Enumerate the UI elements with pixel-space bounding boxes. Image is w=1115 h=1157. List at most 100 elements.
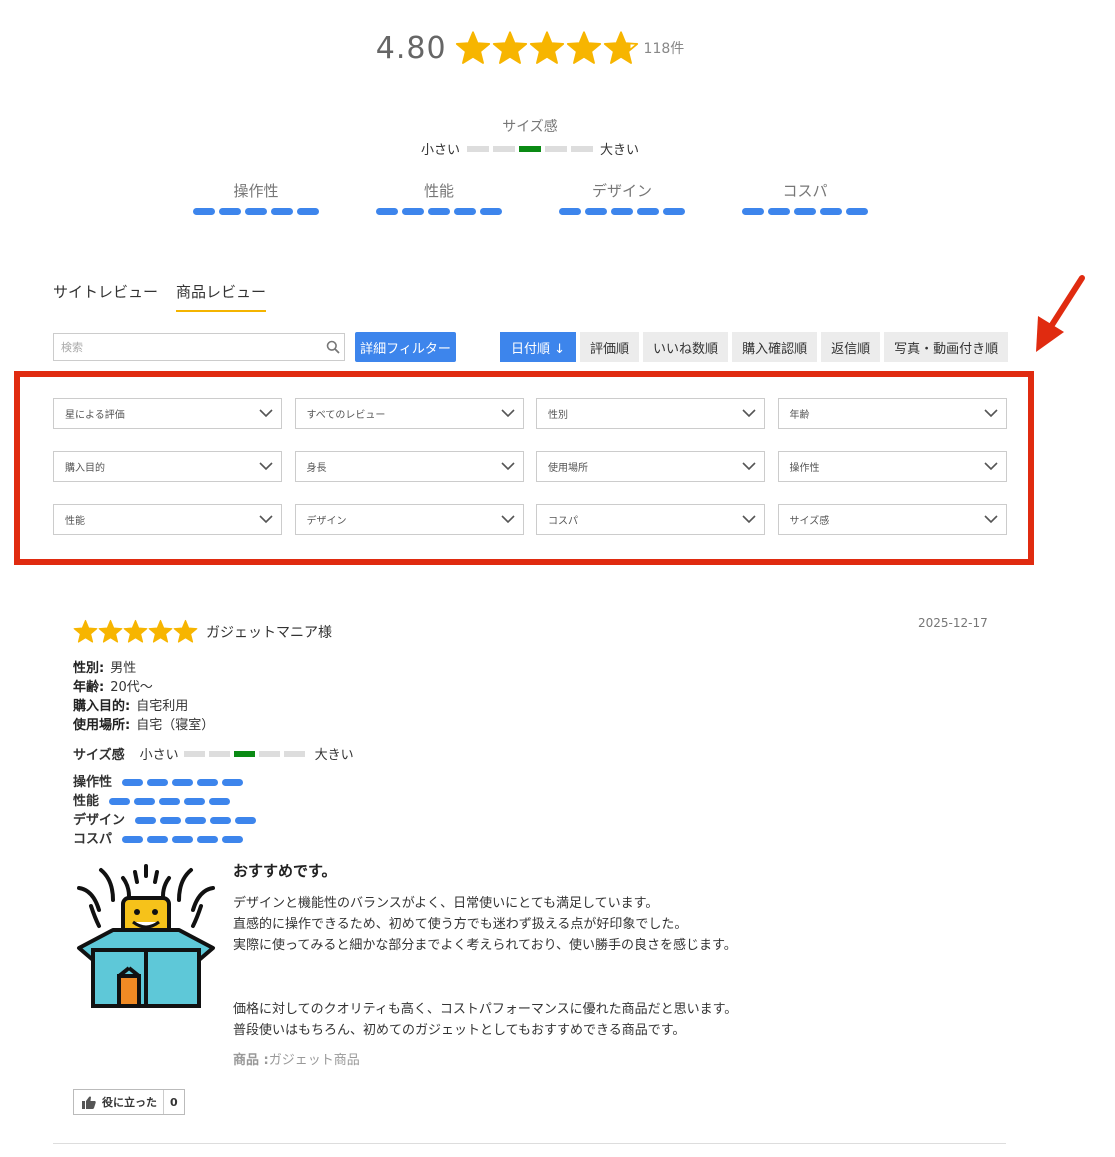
chevron-down-icon [742,515,756,524]
metric-bar [637,208,659,215]
review-divider [53,1143,1006,1144]
metric-bar [159,798,181,805]
review-metric-design: デザイン [73,811,260,830]
size-segment [283,750,305,757]
metric-bar [846,208,868,215]
filter-select[interactable]: 性能 [53,504,282,535]
chevron-down-icon [983,515,998,524]
review-body: おすすめです。 デザインと機能性のバランスがよく、日常使いにとても満足しています… [233,860,793,1068]
metric-bar [147,779,169,786]
size-segment [233,750,255,757]
product-label: 商品 : [233,1053,269,1068]
review-stars [73,619,198,644]
filter-select[interactable]: 操作性 [777,451,1007,482]
metric-bar [742,208,764,215]
metric-operability: 操作性 [193,180,376,215]
filter-select[interactable]: 使用場所 [536,451,765,482]
filter-select[interactable]: デザイン [294,504,524,535]
filter-select[interactable]: 購入目的 [53,451,282,482]
chevron-down-icon [983,409,998,418]
helpful-label-wrap[interactable]: 役に立った [74,1090,163,1114]
metric-bar [222,836,244,843]
helpful-button[interactable]: 役に立った 0 [73,1089,185,1115]
review-paragraph-1: デザインと機能性のバランスがよく、日常使いにとても満足しています。 直感的に操作… [233,893,793,956]
sort-buttons: 日付順 ↓ 評価順 いいね数順 購入確認順 返信順 写真・動画付き順 [500,332,1012,362]
metric-bar [820,208,842,215]
filter-select[interactable]: 身長 [294,451,524,482]
metric-bars [122,779,247,786]
filter-select-label: コスパ [548,516,578,527]
metric-label: デザイン [73,813,126,828]
filter-select[interactable]: サイズ感 [777,504,1007,535]
metric-bar [184,798,206,805]
average-stars [455,30,640,66]
advanced-filter-button[interactable]: 詳細フィルター [355,332,456,362]
size-segment [208,750,230,757]
filter-select-label: すべてのレビュー [306,410,386,421]
metric-title: コスパ [782,182,828,200]
chevron-down-icon [259,409,273,418]
metric-bar [172,779,194,786]
attr-value: 20代〜 [110,680,153,695]
review-paragraph-2: 価格に対してのクオリティも高く、コストパフォーマンスに優れた商品だと思います。 … [233,999,793,1041]
attr-value: 自宅利用 [136,699,189,714]
attr-age: 年齢: 20代〜 [73,678,214,697]
filter-select-label: 購入目的 [65,463,105,474]
star-icon [455,30,492,66]
tab-product-reviews[interactable]: 商品レビュー [176,281,267,312]
size-segment [571,145,593,152]
review-title: おすすめです。 [233,862,337,880]
metric-design: デザイン [559,180,742,215]
helpful-count: 0 [163,1090,184,1114]
filter-select[interactable]: コスパ [536,504,765,535]
size-title: サイズ感 [502,119,558,135]
metric-bar [663,208,685,215]
attr-value: 自宅（寝室） [136,718,215,733]
metric-bar [454,208,476,215]
review-size-scale: サイズ感 小さい 大きい [73,744,357,763]
metric-bar [585,208,607,215]
metric-label: コスパ [73,832,113,847]
metric-bar [480,208,502,215]
sort-by-likes-button[interactable]: いいね数順 [643,332,729,362]
sort-by-rating-button[interactable]: 評価順 [580,332,640,362]
search-box [53,333,345,361]
sort-by-date-button[interactable]: 日付順 ↓ [500,332,577,362]
sort-by-replies-button[interactable]: 返信順 [821,332,881,362]
metric-bar [219,208,241,215]
star-icon [98,619,123,644]
chevron-down-icon [742,462,756,471]
average-score: 4.80 [375,30,447,66]
size-segments [182,750,307,757]
filter-select[interactable]: 年齢 [777,398,1007,429]
filter-select-label: 年齢 [789,410,810,421]
review-tabs: サイトレビュー 商品レビュー [53,281,284,312]
chevron-down-icon [983,462,998,471]
filter-select-label: 星による評価 [65,410,125,421]
size-scale: 小さい 大きい [0,139,1060,158]
size-segment [493,145,515,152]
search-input[interactable] [54,334,322,360]
sort-by-media-button[interactable]: 写真・動画付き順 [884,332,1009,362]
metric-title: 性能 [423,182,454,200]
review-line: 実際に使ってみると細かな部分までよく考えられており、使い勝手の良さを感じます。 [233,938,737,953]
metric-title: 操作性 [233,182,279,200]
filter-select-label: デザイン [306,516,347,527]
chevron-down-icon [500,409,515,418]
sort-by-verified-button[interactable]: 購入確認順 [732,332,818,362]
review-metric-value: コスパ [73,830,260,849]
size-segment [258,750,280,757]
search-icon[interactable] [322,340,344,354]
filter-select[interactable]: 性別 [536,398,765,429]
attr-value: 男性 [110,661,137,676]
metric-bars [559,208,742,215]
filter-select[interactable]: すべてのレビュー [294,398,524,429]
metric-value: コスパ [742,180,925,215]
metric-bar [122,779,144,786]
size-segment [183,750,205,757]
filter-select[interactable]: 星による評価 [53,398,282,429]
metric-bar [109,798,131,805]
tab-site-reviews[interactable]: サイトレビュー [53,281,158,312]
product-name[interactable]: ガジェット商品 [269,1053,360,1068]
metric-bar [209,798,231,805]
